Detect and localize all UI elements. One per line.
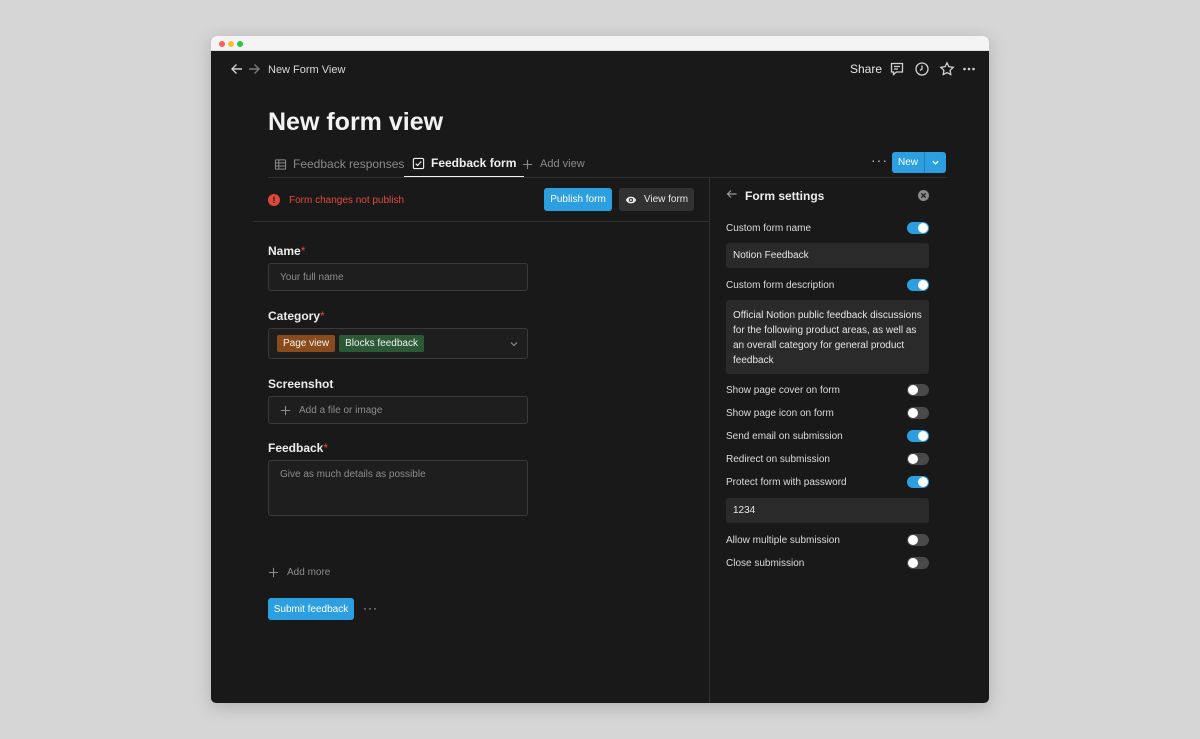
setting-send-email: Send email on submission	[726, 428, 929, 444]
add-more-label: Add more	[287, 567, 331, 578]
tab-feedback-form[interactable]: Feedback form	[404, 150, 525, 178]
eye-icon	[625, 196, 637, 203]
back-arrow-icon[interactable]	[229, 61, 245, 77]
app-window: New Form View Share New form view Feedba…	[211, 36, 989, 703]
setting-label: Protect form with password	[726, 476, 847, 488]
plus-icon	[522, 159, 533, 169]
forward-arrow-icon[interactable]	[246, 61, 262, 77]
submit-feedback-button[interactable]: Submit feedback	[268, 598, 354, 620]
chevron-down-icon[interactable]	[924, 152, 946, 173]
unpublished-warning: ! Form changes not publish	[268, 186, 404, 214]
share-button[interactable]: Share	[850, 62, 882, 76]
category-select[interactable]: Page view Blocks feedback	[268, 328, 528, 359]
setting-label: Redirect on submission	[726, 453, 830, 465]
back-arrow-icon[interactable]	[726, 188, 738, 200]
setting-label: Show page cover on form	[726, 384, 840, 396]
setting-label: Show page icon on form	[726, 407, 834, 419]
table-icon	[274, 158, 287, 170]
setting-redirect: Redirect on submission	[726, 451, 929, 467]
toggle-allow-multiple[interactable]	[907, 534, 929, 546]
setting-show-page-icon: Show page icon on form	[726, 405, 929, 421]
form-settings-panel: Form settings Custom form name Notion Fe…	[709, 178, 989, 703]
comment-icon[interactable]	[889, 61, 905, 77]
required-mark: *	[323, 441, 329, 455]
name-input[interactable]: Your full name	[268, 263, 528, 291]
view-tabs: Feedback responses Feedback form Add vie…	[268, 150, 946, 178]
setting-show-page-cover: Show page cover on form	[726, 382, 929, 398]
required-mark: *	[300, 244, 306, 258]
name-field-label: Name*	[268, 244, 305, 258]
tab-label: Feedback form	[431, 156, 517, 170]
new-button[interactable]: New	[892, 152, 946, 173]
setting-label: Close submission	[726, 557, 805, 569]
toggle-custom-form-description[interactable]	[907, 279, 929, 291]
setting-custom-form-description: Custom form description	[726, 277, 929, 293]
screenshot-upload[interactable]: Add a file or image	[268, 396, 528, 424]
required-mark: *	[320, 309, 325, 323]
setting-label: Send email on submission	[726, 430, 843, 442]
window-close-dot[interactable]	[219, 41, 225, 47]
feedback-textarea[interactable]: Give as much details as possible	[268, 460, 528, 516]
feedback-field-label: Feedback*	[268, 441, 328, 455]
add-view-button[interactable]: Add view	[521, 150, 585, 178]
settings-title: Form settings	[745, 189, 825, 203]
toggle-send-email[interactable]	[907, 430, 929, 442]
alert-icon: !	[268, 194, 280, 206]
name-label-text: Name	[268, 244, 301, 258]
toggle-close-submission[interactable]	[907, 557, 929, 569]
setting-label: Custom form description	[726, 279, 835, 291]
form-header-divider	[253, 221, 709, 222]
new-button-label[interactable]: New	[892, 152, 924, 173]
form-editor: ! Form changes not publish Publish form …	[211, 178, 709, 703]
tab-label: Feedback responses	[293, 157, 405, 171]
toggle-show-page-icon[interactable]	[907, 407, 929, 419]
plus-icon	[280, 405, 291, 416]
view-more-options-icon[interactable]: ···	[871, 152, 888, 168]
form-description-input[interactable]: Official Notion public feedback discussi…	[726, 300, 929, 374]
window-chrome	[211, 36, 989, 51]
top-bar: New Form View Share	[211, 51, 989, 89]
setting-label: Custom form name	[726, 222, 812, 234]
publish-form-button[interactable]: Publish form	[544, 188, 612, 211]
setting-close-submission: Close submission	[726, 555, 929, 571]
setting-custom-form-name: Custom form name	[726, 220, 929, 236]
form-name-input[interactable]: Notion Feedback	[726, 243, 929, 268]
view-form-button[interactable]: View form	[619, 188, 694, 211]
category-label-text: Category	[268, 309, 321, 323]
more-options-icon[interactable]	[961, 61, 977, 77]
close-icon[interactable]	[918, 190, 929, 201]
password-input[interactable]: 1234	[726, 498, 929, 523]
favorite-star-icon[interactable]	[939, 61, 955, 77]
setting-label: Allow multiple submission	[726, 534, 840, 546]
tab-feedback-responses[interactable]: Feedback responses	[274, 150, 404, 178]
toggle-protect-password[interactable]	[907, 476, 929, 488]
form-checkbox-icon	[412, 157, 425, 169]
category-tag-blocks-feedback[interactable]: Blocks feedback	[339, 335, 424, 352]
view-form-label: View form	[643, 194, 689, 205]
window-minimize-dot[interactable]	[228, 41, 234, 47]
feedback-label-text: Feedback	[268, 441, 324, 455]
category-field-label: Category*	[268, 309, 325, 323]
add-view-label: Add view	[540, 158, 585, 170]
setting-protect-password: Protect form with password	[726, 474, 929, 490]
category-tag-page-view[interactable]: Page view	[277, 335, 336, 352]
warning-text: Form changes not publish	[289, 194, 405, 206]
submit-more-options-icon[interactable]: ···	[363, 601, 378, 615]
history-clock-icon[interactable]	[914, 61, 930, 77]
window-maximize-dot[interactable]	[237, 41, 243, 47]
plus-icon	[268, 567, 279, 578]
page-title[interactable]: New form view	[268, 108, 443, 137]
screenshot-placeholder: Add a file or image	[299, 404, 383, 416]
chevron-down-icon[interactable]	[509, 339, 519, 349]
setting-allow-multiple: Allow multiple submission	[726, 532, 929, 548]
toggle-custom-form-name[interactable]	[907, 222, 929, 234]
add-more-button[interactable]: Add more	[268, 567, 330, 578]
screenshot-field-label: Screenshot	[268, 377, 334, 391]
toggle-redirect[interactable]	[907, 453, 929, 465]
toggle-show-page-cover[interactable]	[907, 384, 929, 396]
breadcrumb[interactable]: New Form View	[268, 64, 345, 76]
